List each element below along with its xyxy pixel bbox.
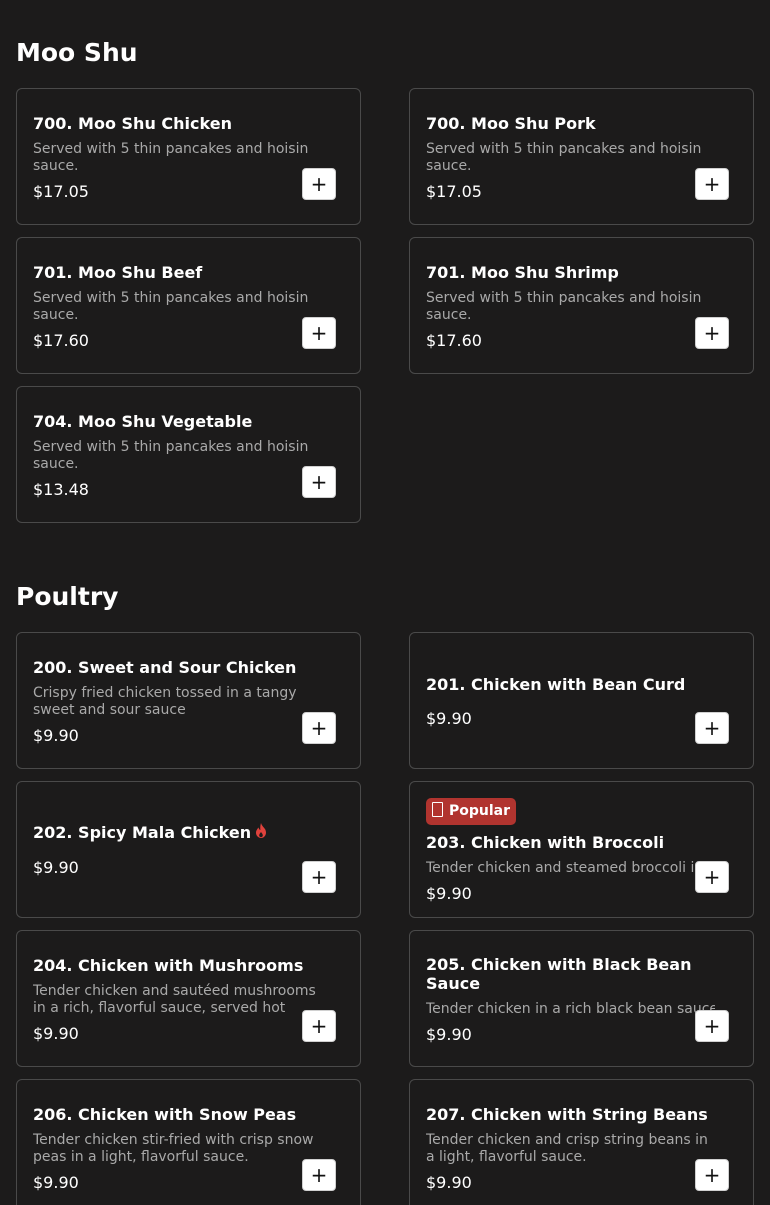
menu-item-card[interactable]: 701. Moo Shu Shrimp Served with 5 thin p… [409,237,754,374]
item-description: Crispy fried chicken tossed in a tangy s… [33,685,297,718]
item-description: Served with 5 thin pancakes and hoisin s… [426,290,702,323]
menu-item-card[interactable]: 700. Moo Shu Chicken Served with 5 thin … [16,88,361,225]
item-name: 700. Moo Shu Pork [426,114,596,133]
item-name-row: 202. Spicy Mala Chicken [33,822,346,842]
add-item-button[interactable]: + [302,317,336,349]
menu-item-card[interactable]: 701. Moo Shu Beef Served with 5 thin pan… [16,237,361,374]
add-item-button[interactable]: + [302,168,336,200]
item-price: $9.90 [426,1173,472,1192]
item-description: Tender chicken in a rich black bean sauc… [426,1001,715,1017]
section-title-moo-shu: Moo Shu [16,38,138,67]
item-price: $17.05 [33,182,89,201]
menu-item-card[interactable]: 205. Chicken with Black Bean Sauce Tende… [409,930,754,1067]
add-item-button[interactable]: + [695,1159,729,1191]
add-item-button[interactable]: + [302,861,336,893]
add-item-button[interactable]: + [695,1010,729,1042]
add-item-button[interactable]: + [302,1159,336,1191]
item-description: Served with 5 thin pancakes and hoisin s… [33,290,309,323]
item-price: $9.90 [33,726,79,745]
fire-icon [255,822,267,842]
item-price: $9.90 [426,709,472,728]
item-name: 206. Chicken with Snow Peas [33,1105,297,1124]
item-name: 700. Moo Shu Chicken [33,114,232,133]
add-item-button[interactable]: + [695,712,729,744]
item-description: Served with 5 thin pancakes and hoisin s… [33,141,309,174]
add-item-button[interactable]: + [695,317,729,349]
menu-item-card[interactable]: 204. Chicken with Mushrooms Tender chick… [16,930,361,1067]
item-price: $9.90 [426,1025,472,1044]
menu-item-card[interactable]: 201. Chicken with Bean Curd $9.90 + [409,632,754,769]
menu-item-card[interactable]: 207. Chicken with String Beans Tender ch… [409,1079,754,1205]
item-price: $17.60 [426,331,482,350]
menu-item-card[interactable]: 700. Moo Shu Pork Served with 5 thin pan… [409,88,754,225]
item-name: 704. Moo Shu Vegetable [33,412,253,431]
item-name: 202. Spicy Mala Chicken [33,823,252,842]
item-name: 701. Moo Shu Shrimp [426,263,619,282]
item-name: 200. Sweet and Sour Chicken [33,658,297,677]
menu-item-card[interactable]: 200. Sweet and Sour Chicken Crispy fried… [16,632,361,769]
menu-item-card[interactable]: 206. Chicken with Snow Peas Tender chick… [16,1079,361,1205]
item-description: Served with 5 thin pancakes and hoisin s… [33,439,309,472]
item-name: 204. Chicken with Mushrooms [33,956,304,975]
menu-item-card[interactable]: 704. Moo Shu Vegetable Served with 5 thi… [16,386,361,523]
item-price: $13.48 [33,480,89,499]
add-item-button[interactable]: + [302,1010,336,1042]
menu-page: Moo Shu 700. Moo Shu Chicken Served with… [0,0,770,1205]
item-name: 205. Chicken with Black Bean Sauce [426,955,692,993]
popular-icon [432,802,443,817]
item-price: $17.60 [33,331,89,350]
item-name: 207. Chicken with String Beans [426,1105,708,1124]
item-description: Tender chicken stir-fried with crisp sno… [33,1132,314,1165]
item-price: $9.90 [33,1173,79,1192]
item-description: Served with 5 thin pancakes and hoisin s… [426,141,702,174]
popular-badge-label: Popular [449,803,511,819]
add-item-button[interactable]: + [302,712,336,744]
item-description: Tender chicken and crisp string beans in… [426,1132,708,1165]
popular-badge: Popular [426,798,517,825]
add-item-button[interactable]: + [302,466,336,498]
item-price: $9.90 [33,1024,79,1043]
add-item-button[interactable]: + [695,861,729,893]
item-description: Tender chicken and steamed broccoli i [426,860,695,876]
add-item-button[interactable]: + [695,168,729,200]
menu-item-card[interactable]: 202. Spicy Mala Chicken $9.90 + [16,781,361,918]
item-description: Tender chicken and sautéed mushrooms in … [33,983,316,1016]
item-price: $9.90 [33,858,79,877]
item-name: 701. Moo Shu Beef [33,263,203,282]
item-name: 203. Chicken with Broccoli [426,833,665,852]
item-price: $9.90 [426,884,472,903]
item-name: 201. Chicken with Bean Curd [426,675,686,694]
item-price: $17.05 [426,182,482,201]
menu-item-card[interactable]: Popular 203. Chicken with Broccoli Tende… [409,781,754,918]
section-title-poultry: Poultry [16,582,119,611]
